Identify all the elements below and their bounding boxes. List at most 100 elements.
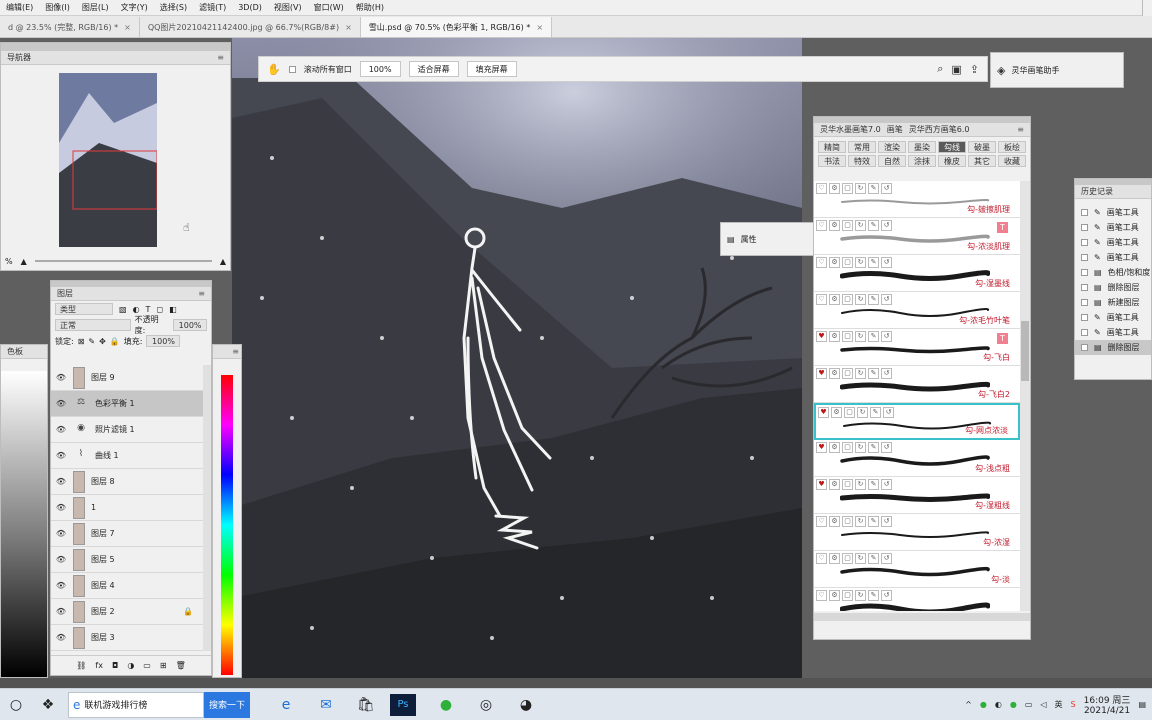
wechat-icon[interactable]: ● <box>980 700 987 709</box>
layer-row[interactable]: 👁 图层 8 <box>51 469 203 495</box>
filter-adjust-icon[interactable]: ◐ <box>133 305 140 314</box>
fx-icon[interactable]: fx <box>95 661 103 670</box>
ime-indicator[interactable]: 英 <box>1055 699 1063 710</box>
app-avatar-icon[interactable]: ◕ <box>510 691 542 719</box>
brush-category-cat_row1-2[interactable]: 渲染 <box>878 141 906 153</box>
lock-move-icon[interactable]: ✥ <box>99 337 106 346</box>
text-badge[interactable]: T <box>997 333 1008 344</box>
settings-icon[interactable]: ⚙ <box>829 220 840 231</box>
menu-image[interactable]: 图像(I) <box>39 2 76 13</box>
hand-tool-icon[interactable]: ✋ <box>267 63 281 76</box>
navigator-title[interactable]: 导航器 <box>7 52 31 63</box>
brush-hscrollbar[interactable] <box>814 613 1030 621</box>
start-circle-icon[interactable]: ○ <box>0 691 32 719</box>
settings-icon[interactable]: ⚙ <box>831 407 842 418</box>
clock[interactable]: 16:09 周三 2021/4/21 <box>1084 693 1131 716</box>
visibility-eye-icon[interactable]: 👁 <box>55 425 67 434</box>
document-canvas[interactable] <box>232 38 802 678</box>
visibility-eye-icon[interactable]: 👁 <box>55 373 67 382</box>
navigator-thumbnail[interactable] <box>59 73 157 247</box>
layer-name[interactable]: 1 <box>91 503 96 512</box>
taskbar-search[interactable]: e 联机游戏排行榜 <box>68 691 204 718</box>
layer-row[interactable]: 👁 ◉ 照片滤镜 1 <box>51 417 203 443</box>
brush-category-cat_row2-0[interactable]: 书法 <box>818 155 846 167</box>
visibility-eye-icon[interactable]: 👁 <box>55 503 67 512</box>
brush-assistant-panel[interactable]: ◈ 灵华画笔助手 <box>990 52 1124 88</box>
layer-kind-select[interactable]: 类型 <box>55 303 113 315</box>
visibility-eye-icon[interactable]: 👁 <box>55 607 67 616</box>
history-state[interactable]: ✎ 画笔工具 <box>1075 235 1151 250</box>
visibility-eye-icon[interactable]: 👁 <box>55 399 67 408</box>
navigator-zoom-value[interactable]: % <box>5 257 13 266</box>
brush-category-cat_row1-6[interactable]: 板绘 <box>998 141 1026 153</box>
brush-category-cat_row2-6[interactable]: 收藏 <box>998 155 1026 167</box>
brush-preset-row[interactable]: ♥ ⚙ ▢ ↻ ✎ ↺ T 勾-飞白 <box>814 329 1020 366</box>
brush-preset-row[interactable]: ♡ ⚙ ▢ ↻ ✎ ↺ T 勾-浓淡肌理 <box>814 218 1020 255</box>
settings-icon[interactable]: ⚙ <box>829 257 840 268</box>
history-state[interactable]: ▤ 色相/饱和度 <box>1075 265 1151 280</box>
visibility-eye-icon[interactable]: 👁 <box>55 529 67 538</box>
zoom-out-icon[interactable]: ▲ <box>21 257 27 266</box>
favorite-heart-icon[interactable]: ♡ <box>816 590 827 601</box>
settings-icon[interactable]: ⚙ <box>829 368 840 379</box>
visibility-eye-icon[interactable]: 👁 <box>55 581 67 590</box>
text-badge[interactable]: T <box>997 222 1008 233</box>
history-snapshot-checkbox[interactable] <box>1081 239 1088 246</box>
visibility-eye-icon[interactable]: 👁 <box>55 477 67 486</box>
favorite-heart-icon[interactable]: ♡ <box>816 516 827 527</box>
lock-paint-icon[interactable]: ✎ <box>88 337 95 346</box>
panel-menu-icon[interactable]: ≡ <box>232 347 239 356</box>
favorite-heart-icon[interactable]: ♥ <box>816 442 827 453</box>
brush-preset-row[interactable]: ♥ ⚙ ▢ ↻ ✎ ↺ 勾-湿粗线 <box>814 477 1020 514</box>
layer-name[interactable]: 照片滤镜 1 <box>95 424 135 435</box>
brush-category-cat_row2-2[interactable]: 自然 <box>878 155 906 167</box>
new-layer-icon[interactable]: ⊞ <box>160 661 167 670</box>
layer-name[interactable]: 图层 4 <box>91 580 115 591</box>
layer-name[interactable]: 图层 3 <box>91 632 115 643</box>
settings-icon[interactable]: ⚙ <box>829 331 840 342</box>
history-title[interactable]: 历史记录 <box>1081 186 1113 197</box>
layer-row[interactable]: 👁 ⌇ 曲线 1 <box>51 443 203 469</box>
adjustment-icon[interactable]: ◑ <box>127 661 134 670</box>
blend-mode-select[interactable]: 正常 <box>55 319 131 331</box>
brush-preset-row[interactable]: ♡⚙▢↻✎↺勾-湿2 <box>814 588 1020 611</box>
visibility-eye-icon[interactable]: 👁 <box>55 451 67 460</box>
history-state[interactable]: ▤ 删除图层 <box>1075 280 1151 295</box>
group-icon[interactable]: ▭ <box>143 661 151 670</box>
panel-menu-icon[interactable]: ≡ <box>1017 125 1024 134</box>
menu-type[interactable]: 文字(Y) <box>115 2 154 13</box>
lock-pixels-icon[interactable]: ⊠ <box>78 337 85 346</box>
filter-smart-icon[interactable]: ◧ <box>169 305 177 314</box>
scrollbar-thumb[interactable] <box>1021 321 1029 381</box>
app-green-icon[interactable]: ● <box>430 691 462 719</box>
properties-panel[interactable]: ▤ 属性 <box>720 222 814 256</box>
layer-name[interactable]: 图层 2 <box>91 606 115 617</box>
brush-preset-row[interactable]: ♡ ⚙ ▢ ↻ ✎ ↺ 勾-淡 <box>814 551 1020 588</box>
layer-row[interactable]: 👁 图层 7 <box>51 521 203 547</box>
layer-row[interactable]: 👁 图层 4 <box>51 573 203 599</box>
brush-category-cat_row1-1[interactable]: 常用 <box>848 141 876 153</box>
search-icon[interactable]: ⌕ <box>937 62 943 76</box>
zoom-in-icon[interactable]: ▲ <box>220 257 226 266</box>
fit-screen-button[interactable]: 适合屏幕 <box>408 61 459 77</box>
filter-shape-icon[interactable]: ◻ <box>156 305 163 314</box>
favorite-heart-icon[interactable]: ♥ <box>816 331 827 342</box>
hue-slider[interactable] <box>221 375 233 675</box>
brush-preset-row[interactable]: ♥ ⚙ ▢ ↻ ✎ ↺ 勾-飞白2 <box>814 366 1020 403</box>
brush-list-scrollbar[interactable] <box>1020 181 1030 611</box>
layers-title[interactable]: 图层 <box>57 288 73 299</box>
search-text[interactable]: 联机游戏排行榜 <box>84 698 147 711</box>
history-snapshot-checkbox[interactable] <box>1081 209 1088 216</box>
edge-icon[interactable]: e <box>270 691 302 719</box>
brush-preset-row[interactable]: ♥ ⚙ ▢ ↻ ✎ ↺ 勾-网点浓淡 <box>814 403 1020 440</box>
layer-name[interactable]: 色彩平衡 1 <box>95 398 135 409</box>
layer-row[interactable]: 👁 1 <box>51 495 203 521</box>
lock-all-icon[interactable]: 🔒 <box>110 337 120 346</box>
favorite-heart-icon[interactable]: ♡ <box>816 183 827 194</box>
layer-name[interactable]: 曲线 1 <box>95 450 119 461</box>
menu-layer[interactable]: 图层(L) <box>76 2 115 13</box>
brush-category-cat_row2-3[interactable]: 涂抹 <box>908 155 936 167</box>
brush-category-cat_row2-1[interactable]: 特效 <box>848 155 876 167</box>
settings-icon[interactable]: ⚙ <box>829 516 840 527</box>
tab-document-3[interactable]: 雪山.psd @ 70.5% (色彩平衡 1, RGB/16) * × <box>360 17 553 37</box>
